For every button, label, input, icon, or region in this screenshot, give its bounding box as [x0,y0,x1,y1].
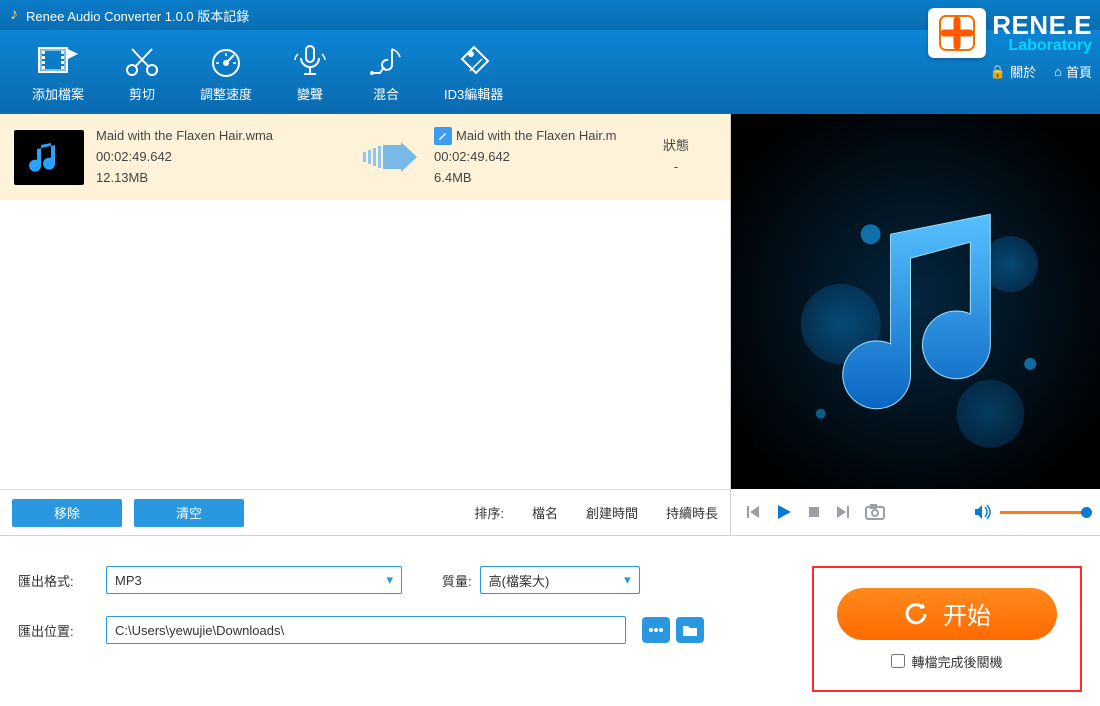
volume-control[interactable] [974,504,1086,520]
format-value: MP3 [115,573,142,588]
microphone-icon [292,42,328,80]
edit-output-icon[interactable] [434,127,452,145]
play-button[interactable] [775,503,793,521]
convert-arrow-icon [356,142,426,172]
start-panel: 开始 轉檔完成後關機 [812,566,1082,692]
path-label: 匯出位置: [18,621,96,640]
chevron-down-icon: ▾ [386,572,393,588]
quality-value: 高(檔案大) [489,571,550,590]
app-title: Renee Audio Converter 1.0.0 版本記錄 [26,6,249,25]
sort-label: 排序: [474,503,504,522]
toolbar-add-file[interactable]: 添加檔案 [12,42,104,103]
shutdown-checkbox-row[interactable]: 轉檔完成後關機 [891,652,1002,671]
browse-button[interactable] [642,617,670,643]
source-size: 12.13MB [96,168,356,189]
gauge-icon [208,42,244,80]
start-button[interactable]: 开始 [837,588,1057,640]
refresh-icon [903,601,929,627]
sort-group: 排序: 檔名 創建時間 持續時長 [474,503,718,522]
file-list-pane: Maid with the Flaxen Hair.wma 00:02:49.6… [0,114,730,535]
sort-by-name[interactable]: 檔名 [532,503,558,522]
header: 添加檔案 剪切 調整速度 變聲 混合 [0,30,1100,114]
scissors-icon [124,42,160,80]
preview-canvas [731,114,1100,489]
source-duration: 00:02:49.642 [96,147,356,168]
output-size: 6.4MB [434,168,636,189]
toolbar-cut[interactable]: 剪切 [104,42,180,103]
film-add-icon [38,42,78,80]
toolbar-speed[interactable]: 調整速度 [180,42,272,103]
toolbar-voice[interactable]: 變聲 [272,42,348,103]
mix-icon [368,42,404,80]
output-duration: 00:02:49.642 [434,147,636,168]
source-file-name: Maid with the Flaxen Hair.wma [96,126,356,147]
sort-by-created[interactable]: 創建時間 [586,503,638,522]
app-icon: ♪ [10,6,18,24]
home-link[interactable]: ⌂ 首頁 [1054,62,1092,81]
chevron-down-icon: ▾ [624,572,631,588]
toolbar-cut-label: 剪切 [129,84,155,103]
content: Maid with the Flaxen Hair.wma 00:02:49.6… [0,114,1100,536]
bottom-panel: 匯出格式: MP3 ▾ 質量: 高(檔案大) ▾ 匯出位置: C:\Users\… [0,536,1100,706]
about-label: 關於 [1010,62,1036,81]
output-path-field[interactable]: C:\Users\yewujie\Downloads\ [106,616,626,644]
home-icon: ⌂ [1054,64,1062,79]
shutdown-label: 轉檔完成後關機 [911,652,1002,671]
prev-button[interactable] [745,504,761,520]
status-column: 狀態 - [636,136,716,178]
status-value: - [636,157,716,178]
remove-button[interactable]: 移除 [12,499,122,527]
output-file-meta: Maid with the Flaxen Hair.m 00:02:49.642… [434,126,636,188]
output-path-value: C:\Users\yewujie\Downloads\ [115,623,284,638]
volume-slider[interactable] [1000,511,1086,514]
brand-sub: Laboratory [992,38,1092,54]
brand-area: RENE.E Laboratory 🔒 關於 ⌂ 首頁 [928,8,1092,81]
snapshot-button[interactable] [865,504,885,520]
quality-label: 質量: [442,571,472,590]
lock-icon: 🔒 [990,64,1006,80]
toolbar-voice-label: 變聲 [297,84,323,103]
toolbar-speed-label: 調整速度 [200,84,252,103]
export-settings: 匯出格式: MP3 ▾ 質量: 高(檔案大) ▾ 匯出位置: C:\Users\… [18,566,812,692]
toolbar-id3-label: ID3編輯器 [444,84,503,103]
stop-button[interactable] [807,505,821,519]
brand-logo [928,8,986,58]
next-button[interactable] [835,504,851,520]
clear-button[interactable]: 清空 [134,499,244,527]
shutdown-checkbox[interactable] [891,654,905,668]
volume-icon [974,504,992,520]
player-controls [731,489,1100,535]
file-thumbnail [14,130,84,185]
toolbar-mix[interactable]: 混合 [348,42,424,103]
preview-pane [730,114,1100,535]
home-label: 首頁 [1066,62,1092,81]
toolbar-mix-label: 混合 [373,84,399,103]
list-footer: 移除 清空 排序: 檔名 創建時間 持續時長 [0,489,730,535]
format-select[interactable]: MP3 ▾ [106,566,402,594]
open-folder-button[interactable] [676,617,704,643]
status-label: 狀態 [636,136,716,157]
sort-by-duration[interactable]: 持續時長 [666,503,718,522]
file-row[interactable]: Maid with the Flaxen Hair.wma 00:02:49.6… [0,114,730,200]
toolbar: 添加檔案 剪切 調整速度 變聲 混合 [0,42,523,103]
about-link[interactable]: 🔒 關於 [990,62,1036,81]
tag-icon [456,42,492,80]
brand-name: RENE.E [992,12,1092,38]
source-file-meta: Maid with the Flaxen Hair.wma 00:02:49.6… [96,126,356,188]
toolbar-id3[interactable]: ID3編輯器 [424,42,523,103]
format-label: 匯出格式: [18,571,96,590]
output-file-name: Maid with the Flaxen Hair.m [456,126,616,147]
toolbar-add-label: 添加檔案 [32,84,84,103]
start-label: 开始 [943,596,991,631]
quality-select[interactable]: 高(檔案大) ▾ [480,566,640,594]
